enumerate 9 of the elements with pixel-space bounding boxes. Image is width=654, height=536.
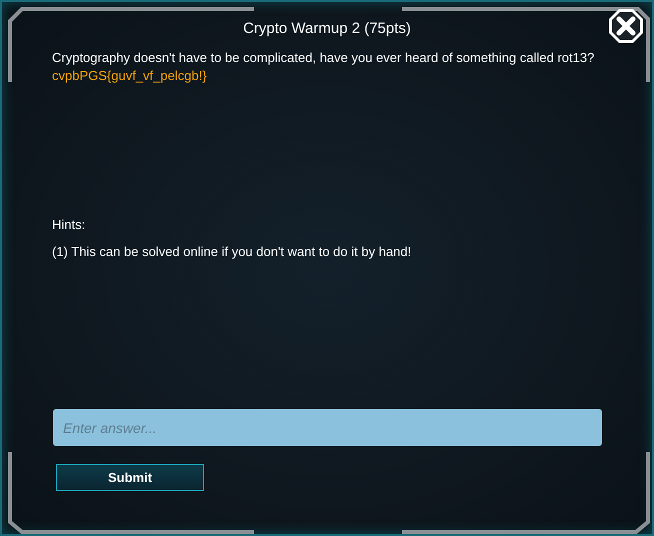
close-button[interactable] — [608, 8, 644, 44]
dialog-title: Crypto Warmup 2 (75pts) — [242, 19, 412, 39]
close-icon — [608, 8, 644, 44]
hints-label: Hints: — [52, 216, 86, 234]
challenge-description: Cryptography doesn't have to be complicated, have you ever heard of something called rot13? cvpbPGS{guvf_vf_pelcgb!} — [51, 48, 596, 84]
hint-text: (1) This can be solved online if you don't want to do it by hand! — [52, 243, 412, 261]
flag-text: cvpbPGS{guvf_vf_pelcgb!} — [52, 68, 207, 82]
answer-field[interactable]: Enter answer... — [53, 409, 602, 446]
submit-button[interactable]: Submit — [56, 464, 204, 491]
